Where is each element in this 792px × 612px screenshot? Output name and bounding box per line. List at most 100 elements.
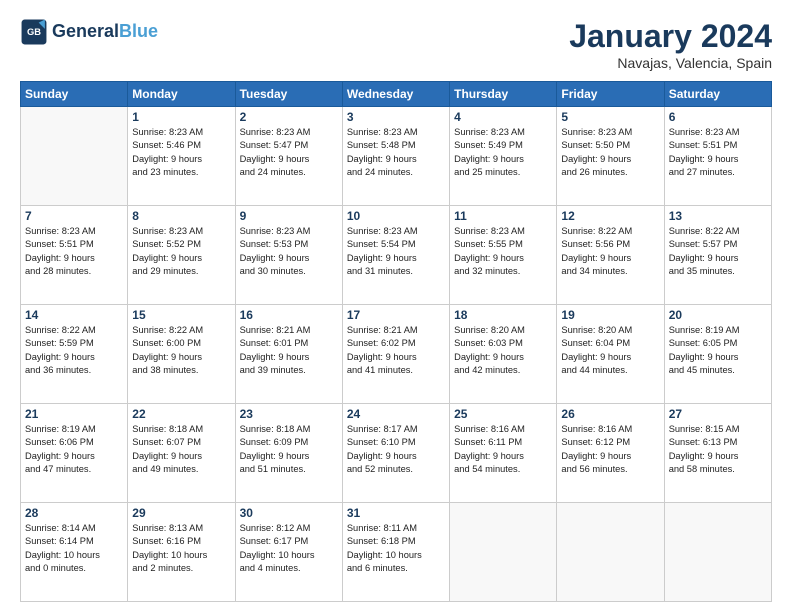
day-info: Sunrise: 8:20 AM Sunset: 6:03 PM Dayligh… — [454, 324, 552, 378]
calendar-header-row: SundayMondayTuesdayWednesdayThursdayFrid… — [21, 82, 772, 107]
day-info: Sunrise: 8:23 AM Sunset: 5:49 PM Dayligh… — [454, 126, 552, 180]
day-number: 9 — [240, 209, 338, 223]
day-number: 18 — [454, 308, 552, 322]
col-header-tuesday: Tuesday — [235, 82, 342, 107]
calendar-cell: 19 Sunrise: 8:20 AM Sunset: 6:04 PM Dayli… — [557, 305, 664, 404]
day-info: Sunrise: 8:15 AM Sunset: 6:13 PM Dayligh… — [669, 423, 767, 477]
calendar-cell: 6 Sunrise: 8:23 AM Sunset: 5:51 PM Daylig… — [664, 107, 771, 206]
calendar-cell: 24 Sunrise: 8:17 AM Sunset: 6:10 PM Dayli… — [342, 404, 449, 503]
day-number: 23 — [240, 407, 338, 421]
day-info: Sunrise: 8:23 AM Sunset: 5:51 PM Dayligh… — [25, 225, 123, 279]
calendar-cell: 15 Sunrise: 8:22 AM Sunset: 6:00 PM Dayli… — [128, 305, 235, 404]
day-info: Sunrise: 8:17 AM Sunset: 6:10 PM Dayligh… — [347, 423, 445, 477]
day-info: Sunrise: 8:13 AM Sunset: 6:16 PM Dayligh… — [132, 522, 230, 576]
day-info: Sunrise: 8:23 AM Sunset: 5:51 PM Dayligh… — [669, 126, 767, 180]
day-info: Sunrise: 8:19 AM Sunset: 6:05 PM Dayligh… — [669, 324, 767, 378]
page: GB GeneralBlue January 2024 Navajas, Val… — [0, 0, 792, 612]
col-header-sunday: Sunday — [21, 82, 128, 107]
day-number: 26 — [561, 407, 659, 421]
day-number: 16 — [240, 308, 338, 322]
day-info: Sunrise: 8:21 AM Sunset: 6:01 PM Dayligh… — [240, 324, 338, 378]
day-info: Sunrise: 8:23 AM Sunset: 5:47 PM Dayligh… — [240, 126, 338, 180]
col-header-monday: Monday — [128, 82, 235, 107]
calendar-cell: 3Sunrise: 8:23 AM Sunset: 5:48 PM Daylig… — [342, 107, 449, 206]
day-number: 10 — [347, 209, 445, 223]
calendar-week-4: 21Sunrise: 8:19 AM Sunset: 6:06 PM Dayli… — [21, 404, 772, 503]
day-number: 29 — [132, 506, 230, 520]
calendar-cell: 29 Sunrise: 8:13 AM Sunset: 6:16 PM Dayli… — [128, 503, 235, 602]
logo-text: GeneralBlue — [52, 22, 158, 42]
header: GB GeneralBlue January 2024 Navajas, Val… — [20, 18, 772, 71]
day-info: Sunrise: 8:23 AM Sunset: 5:53 PM Dayligh… — [240, 225, 338, 279]
calendar-cell: 18 Sunrise: 8:20 AM Sunset: 6:03 PM Dayli… — [450, 305, 557, 404]
day-info: Sunrise: 8:14 AM Sunset: 6:14 PM Dayligh… — [25, 522, 123, 576]
day-info: Sunrise: 8:21 AM Sunset: 6:02 PM Dayligh… — [347, 324, 445, 378]
day-info: Sunrise: 8:19 AM Sunset: 6:06 PM Dayligh… — [25, 423, 123, 477]
calendar-cell: 10Sunrise: 8:23 AM Sunset: 5:54 PM Dayli… — [342, 206, 449, 305]
day-number: 31 — [347, 506, 445, 520]
day-info: Sunrise: 8:23 AM Sunset: 5:50 PM Dayligh… — [561, 126, 659, 180]
calendar-cell: 23 Sunrise: 8:18 AM Sunset: 6:09 PM Dayli… — [235, 404, 342, 503]
day-info: Sunrise: 8:16 AM Sunset: 6:12 PM Dayligh… — [561, 423, 659, 477]
day-info: Sunrise: 8:22 AM Sunset: 5:57 PM Dayligh… — [669, 225, 767, 279]
calendar-cell: 21Sunrise: 8:19 AM Sunset: 6:06 PM Dayli… — [21, 404, 128, 503]
day-number: 24 — [347, 407, 445, 421]
day-info: Sunrise: 8:12 AM Sunset: 6:17 PM Dayligh… — [240, 522, 338, 576]
day-number: 5 — [561, 110, 659, 124]
calendar-week-5: 28 Sunrise: 8:14 AM Sunset: 6:14 PM Dayli… — [21, 503, 772, 602]
calendar-cell: 27 Sunrise: 8:15 AM Sunset: 6:13 PM Dayli… — [664, 404, 771, 503]
day-number: 30 — [240, 506, 338, 520]
calendar-cell: 5 Sunrise: 8:23 AM Sunset: 5:50 PM Daylig… — [557, 107, 664, 206]
day-number: 11 — [454, 209, 552, 223]
calendar-table: SundayMondayTuesdayWednesdayThursdayFrid… — [20, 81, 772, 602]
calendar-cell — [557, 503, 664, 602]
day-number: 13 — [669, 209, 767, 223]
calendar-cell: 11 Sunrise: 8:23 AM Sunset: 5:55 PM Dayli… — [450, 206, 557, 305]
col-header-friday: Friday — [557, 82, 664, 107]
logo: GB GeneralBlue — [20, 18, 158, 46]
calendar-cell: 2Sunrise: 8:23 AM Sunset: 5:47 PM Daylig… — [235, 107, 342, 206]
day-number: 7 — [25, 209, 123, 223]
day-info: Sunrise: 8:22 AM Sunset: 5:59 PM Dayligh… — [25, 324, 123, 378]
title-block: January 2024 Navajas, Valencia, Spain — [569, 18, 772, 71]
day-number: 4 — [454, 110, 552, 124]
day-info: Sunrise: 8:16 AM Sunset: 6:11 PM Dayligh… — [454, 423, 552, 477]
calendar-cell — [664, 503, 771, 602]
calendar-cell: 20Sunrise: 8:19 AM Sunset: 6:05 PM Dayli… — [664, 305, 771, 404]
day-number: 1 — [132, 110, 230, 124]
day-number: 28 — [25, 506, 123, 520]
day-info: Sunrise: 8:23 AM Sunset: 5:46 PM Dayligh… — [132, 126, 230, 180]
calendar-cell: 26 Sunrise: 8:16 AM Sunset: 6:12 PM Dayli… — [557, 404, 664, 503]
calendar-cell: 14Sunrise: 8:22 AM Sunset: 5:59 PM Dayli… — [21, 305, 128, 404]
day-info: Sunrise: 8:18 AM Sunset: 6:07 PM Dayligh… — [132, 423, 230, 477]
day-number: 8 — [132, 209, 230, 223]
calendar-cell: 30 Sunrise: 8:12 AM Sunset: 6:17 PM Dayli… — [235, 503, 342, 602]
day-number: 6 — [669, 110, 767, 124]
day-number: 17 — [347, 308, 445, 322]
day-number: 12 — [561, 209, 659, 223]
day-number: 19 — [561, 308, 659, 322]
col-header-wednesday: Wednesday — [342, 82, 449, 107]
day-info: Sunrise: 8:18 AM Sunset: 6:09 PM Dayligh… — [240, 423, 338, 477]
logo-icon: GB — [20, 18, 48, 46]
day-number: 15 — [132, 308, 230, 322]
calendar-week-2: 7 Sunrise: 8:23 AM Sunset: 5:51 PM Daylig… — [21, 206, 772, 305]
calendar-cell: 25 Sunrise: 8:16 AM Sunset: 6:11 PM Dayli… — [450, 404, 557, 503]
day-info: Sunrise: 8:23 AM Sunset: 5:55 PM Dayligh… — [454, 225, 552, 279]
subtitle: Navajas, Valencia, Spain — [569, 55, 772, 71]
day-number: 22 — [132, 407, 230, 421]
day-number: 3 — [347, 110, 445, 124]
calendar-cell: 9 Sunrise: 8:23 AM Sunset: 5:53 PM Daylig… — [235, 206, 342, 305]
calendar-cell: 7 Sunrise: 8:23 AM Sunset: 5:51 PM Daylig… — [21, 206, 128, 305]
day-number: 27 — [669, 407, 767, 421]
day-info: Sunrise: 8:22 AM Sunset: 6:00 PM Dayligh… — [132, 324, 230, 378]
col-header-saturday: Saturday — [664, 82, 771, 107]
day-info: Sunrise: 8:20 AM Sunset: 6:04 PM Dayligh… — [561, 324, 659, 378]
col-header-thursday: Thursday — [450, 82, 557, 107]
day-number: 25 — [454, 407, 552, 421]
calendar-cell — [21, 107, 128, 206]
calendar-cell: 22 Sunrise: 8:18 AM Sunset: 6:07 PM Dayli… — [128, 404, 235, 503]
main-title: January 2024 — [569, 18, 772, 55]
calendar-cell: 1 Sunrise: 8:23 AM Sunset: 5:46 PM Daylig… — [128, 107, 235, 206]
calendar-cell — [450, 503, 557, 602]
